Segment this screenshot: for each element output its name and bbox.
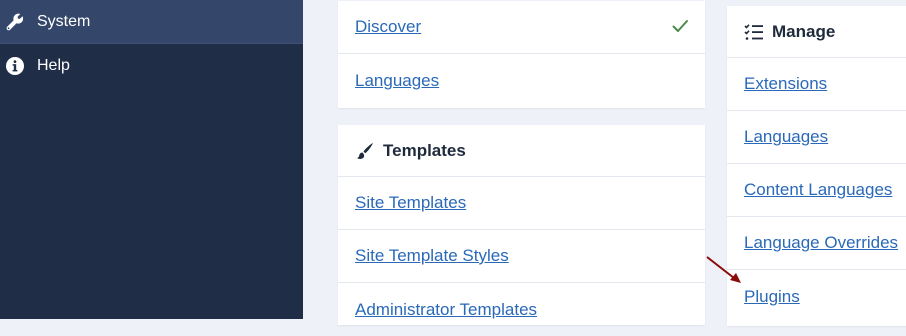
sidebar: System Help (0, 0, 303, 319)
manage-card: Manage Extensions Languages Content Lang… (727, 6, 906, 326)
language-overrides-link[interactable]: Language Overrides (744, 233, 898, 253)
list-item-manage-languages: Languages (727, 111, 906, 164)
list-item-site-template-styles: Site Template Styles (338, 230, 705, 283)
list-item-content-languages: Content Languages (727, 164, 906, 217)
site-templates-link[interactable]: Site Templates (355, 193, 466, 213)
templates-card: Templates Site Templates Site Template S… (338, 125, 705, 325)
list-item-administrator-templates: Administrator Templates (338, 283, 705, 336)
manage-card-title: Manage (772, 21, 836, 41)
list-check-icon (744, 22, 764, 42)
list-item-plugins: Plugins (727, 270, 906, 323)
list-item-language-overrides: Language Overrides (727, 217, 906, 270)
languages-link[interactable]: Languages (355, 71, 439, 91)
administrator-templates-link[interactable]: Administrator Templates (355, 300, 537, 320)
list-item-languages: Languages (338, 54, 705, 107)
sidebar-item-label: Help (37, 57, 70, 74)
install-card: Discover Languages (338, 1, 705, 108)
content-languages-link[interactable]: Content Languages (744, 180, 892, 200)
site-template-styles-link[interactable]: Site Template Styles (355, 246, 509, 266)
templates-card-title: Templates (383, 140, 466, 160)
wrench-icon (3, 10, 27, 34)
templates-card-header: Templates (338, 125, 705, 177)
list-item-site-templates: Site Templates (338, 177, 705, 230)
check-icon (671, 17, 689, 40)
list-item-discover: Discover (338, 1, 705, 54)
manage-languages-link[interactable]: Languages (744, 127, 828, 147)
brush-icon (355, 141, 375, 161)
sidebar-item-label: System (37, 12, 91, 30)
list-item-extensions: Extensions (727, 58, 906, 111)
extensions-link[interactable]: Extensions (744, 74, 827, 94)
plugins-link[interactable]: Plugins (744, 287, 800, 307)
info-icon (3, 54, 27, 78)
manage-card-header: Manage (727, 6, 906, 58)
sidebar-item-system[interactable]: System (0, 0, 303, 44)
discover-link[interactable]: Discover (355, 17, 421, 37)
sidebar-item-help[interactable]: Help (0, 44, 303, 88)
